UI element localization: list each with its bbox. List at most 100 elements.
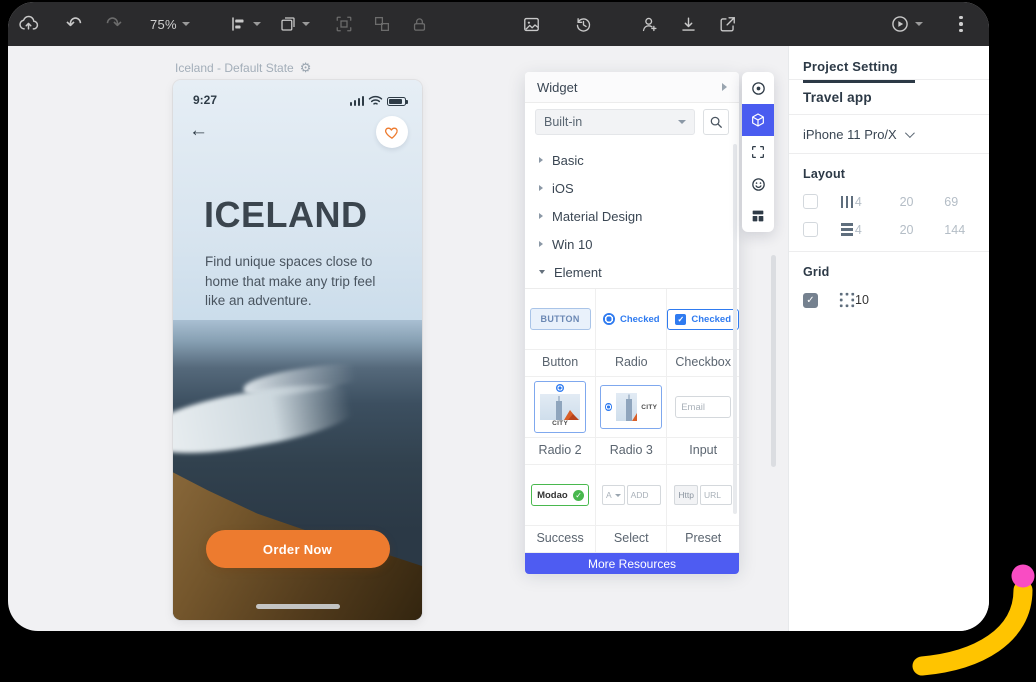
grid-checkbox[interactable]: ✓ xyxy=(803,292,818,308)
widget-radio2-preview[interactable]: CITY xyxy=(525,377,597,438)
group-icon[interactable] xyxy=(332,10,356,38)
rows-count[interactable]: 4 xyxy=(855,223,900,237)
wifi-icon xyxy=(368,95,383,105)
widget-radio3-preview[interactable]: CITY xyxy=(596,377,668,438)
duplicate-icon xyxy=(281,17,295,31)
layout-section-title: Layout xyxy=(803,167,846,181)
layout-rows-row: 4 20 144 xyxy=(803,222,989,237)
more-menu-icon[interactable] xyxy=(949,10,973,38)
destination-photo[interactable] xyxy=(173,320,422,620)
rows-height[interactable]: 144 xyxy=(944,223,989,237)
chevron-down-icon xyxy=(539,270,545,274)
preset-prefix-box: Http xyxy=(674,485,698,505)
export-icon[interactable] xyxy=(716,10,740,38)
widget-panel-header[interactable]: Widget xyxy=(525,72,739,103)
gear-icon[interactable]: ⚙ xyxy=(300,60,312,76)
artboard-dropdown[interactable] xyxy=(279,10,310,38)
radio-icon xyxy=(602,313,615,325)
widget-label-checkbox: Checkbox xyxy=(667,350,739,377)
zoom-level-dropdown[interactable]: 75% xyxy=(150,10,190,38)
chevron-down-icon xyxy=(678,120,686,124)
artboard-title[interactable]: Iceland - Default State ⚙ xyxy=(175,60,311,76)
widget-input-preview[interactable]: Email xyxy=(667,377,739,438)
widget-panel-title: Widget xyxy=(537,79,578,95)
device-select-value: iPhone 11 Pro/X xyxy=(803,126,897,142)
grid-size-value[interactable]: 10 xyxy=(855,293,900,307)
library-select[interactable]: Built-in xyxy=(535,109,695,135)
chevron-down-icon xyxy=(915,22,923,26)
tree-item-material-design[interactable]: Material Design xyxy=(525,202,739,230)
widget-panel-scrollbar[interactable] xyxy=(733,144,737,514)
widget-label-radio3: Radio 3 xyxy=(596,438,668,465)
widget-preset-preview[interactable]: Http URL xyxy=(667,465,739,526)
order-now-button[interactable]: Order Now xyxy=(205,530,390,568)
city-thumbnail xyxy=(540,394,581,420)
rows-checkbox[interactable] xyxy=(803,222,818,237)
widget-button-preview[interactable]: BUTTON xyxy=(525,289,597,350)
widget-checkbox-preview[interactable]: ✓ Checked xyxy=(667,289,739,350)
lock-icon[interactable] xyxy=(408,10,432,38)
destination-title[interactable]: ICELAND xyxy=(204,194,368,236)
layout-tool-icon[interactable] xyxy=(742,200,774,232)
phone-status-bar: 9:27 xyxy=(173,80,422,110)
columns-gutter[interactable]: 20 xyxy=(900,195,945,209)
image-icon[interactable] xyxy=(520,10,544,38)
chevron-down-icon xyxy=(904,127,915,138)
undo-icon[interactable]: ↶ xyxy=(62,10,86,38)
heart-icon xyxy=(384,127,398,139)
top-toolbar: ↶ ↷ 75% xyxy=(8,2,989,46)
app-window: ↶ ↷ 75% Iceland - Default State ⚙ 9:27 ←… xyxy=(8,2,989,631)
preview-dropdown[interactable] xyxy=(890,10,923,38)
chevron-right-icon xyxy=(539,213,543,219)
grid-dots-icon xyxy=(839,292,855,308)
widget-radio-preview[interactable]: Checked xyxy=(596,289,668,350)
tree-item-element[interactable]: Element xyxy=(525,258,739,286)
rows-gutter[interactable]: 20 xyxy=(900,223,945,237)
columns-checkbox[interactable] xyxy=(803,194,818,209)
search-button[interactable] xyxy=(703,109,729,135)
ungroup-icon[interactable] xyxy=(370,10,394,38)
tree-item-ios[interactable]: iOS xyxy=(525,174,739,202)
tab-project-setting[interactable]: Project Setting xyxy=(789,46,989,83)
history-icon[interactable] xyxy=(572,10,596,38)
widget-success-preview[interactable]: Modao ✓ xyxy=(525,465,597,526)
tree-item-basic[interactable]: Basic xyxy=(525,146,739,174)
download-icon[interactable] xyxy=(677,10,701,38)
target-tool-icon[interactable] xyxy=(742,72,774,104)
destination-description[interactable]: Find unique spaces close to home that ma… xyxy=(205,252,397,311)
rows-icon xyxy=(839,223,855,236)
canvas-scrollbar[interactable] xyxy=(771,255,776,467)
favorite-button[interactable] xyxy=(376,116,408,148)
layout-columns-row: 4 20 69 xyxy=(803,194,989,209)
columns-width[interactable]: 69 xyxy=(944,195,989,209)
grid-section: Grid ✓ 10 xyxy=(789,252,989,308)
widget-category-tree: Basic iOS Material Design Win 10 Element xyxy=(525,141,739,288)
check-circle-icon: ✓ xyxy=(573,489,585,501)
back-arrow-icon[interactable]: ← xyxy=(189,120,208,142)
collapse-arrow-icon[interactable] xyxy=(722,83,727,91)
email-field-preview: Email xyxy=(675,396,732,418)
widget-label-preset: Preset xyxy=(667,526,739,553)
publish-icon[interactable] xyxy=(16,10,40,38)
emoji-tool-icon[interactable] xyxy=(742,168,774,200)
select-letter-box: A xyxy=(601,485,625,505)
signal-icon xyxy=(349,96,364,106)
redo-icon[interactable]: ↷ xyxy=(102,10,126,38)
capture-tool-icon[interactable] xyxy=(742,136,774,168)
project-name: Travel app xyxy=(789,80,989,115)
columns-count[interactable]: 4 xyxy=(855,195,900,209)
align-dropdown[interactable] xyxy=(230,10,261,38)
select-add-box: ADD xyxy=(626,485,661,505)
widget-grid: BUTTON Checked ✓ Checked Button Radio Che… xyxy=(525,288,739,553)
widget-label-radio2: Radio 2 xyxy=(525,438,597,465)
chevron-right-icon xyxy=(539,241,543,247)
device-select[interactable]: iPhone 11 Pro/X xyxy=(789,115,989,154)
library-select-value: Built-in xyxy=(544,115,583,129)
more-resources-button[interactable]: More Resources xyxy=(525,553,739,574)
widget-select-preview[interactable]: A ADD xyxy=(596,465,668,526)
tree-item-win10[interactable]: Win 10 xyxy=(525,230,739,258)
phone-artboard[interactable]: 9:27 ← ICELAND Find unique spaces close … xyxy=(173,80,422,620)
components-tool-icon[interactable] xyxy=(742,104,774,136)
account-icon[interactable] xyxy=(638,10,662,38)
search-icon xyxy=(710,116,722,128)
